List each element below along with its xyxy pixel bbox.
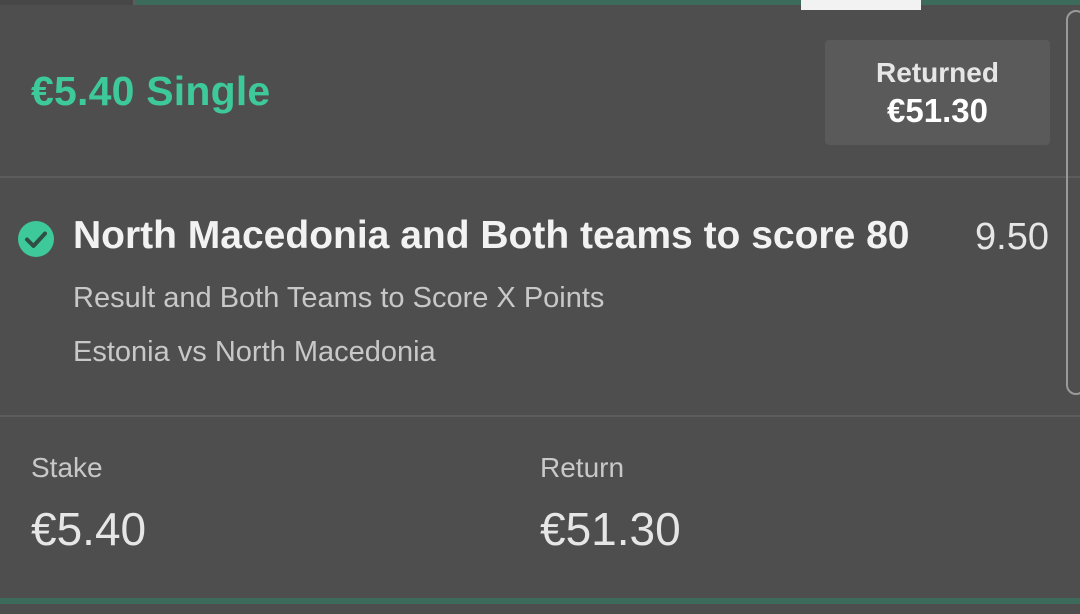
active-tab-indicator <box>801 0 921 10</box>
divider <box>0 415 1080 417</box>
stake-label: Stake <box>31 452 103 483</box>
bet-title: €5.40 Single <box>31 68 271 114</box>
return-label: Return <box>540 452 625 483</box>
bet-selection[interactable]: North Macedonia and Both teams to score … <box>0 178 1080 416</box>
bet-history-page: €5.40 Single Returned €51.30 North Maced… <box>0 0 1080 614</box>
top-strip-segment <box>0 0 133 5</box>
bet-footer: Stake €5.40 Return €51.30 <box>0 418 1080 598</box>
returned-value: €51.30 <box>887 92 988 129</box>
stake-value: €5.40 <box>31 503 147 555</box>
returned-label: Returned <box>876 57 999 88</box>
event-name: Estonia vs North Macedonia <box>73 336 436 368</box>
selection-name: North Macedonia and Both teams to score … <box>73 214 910 257</box>
return-value: €51.30 <box>540 503 681 555</box>
scrollbar[interactable] <box>1066 10 1080 395</box>
top-strip-divider <box>133 0 135 5</box>
returned-badge: Returned €51.30 <box>825 40 1050 145</box>
bet-header[interactable]: €5.40 Single Returned €51.30 <box>0 10 1080 176</box>
market-name: Result and Both Teams to Score X Points <box>73 282 605 314</box>
check-circle-icon <box>17 220 55 258</box>
bottom-area <box>0 604 1080 614</box>
selection-odds: 9.50 <box>975 216 1049 258</box>
